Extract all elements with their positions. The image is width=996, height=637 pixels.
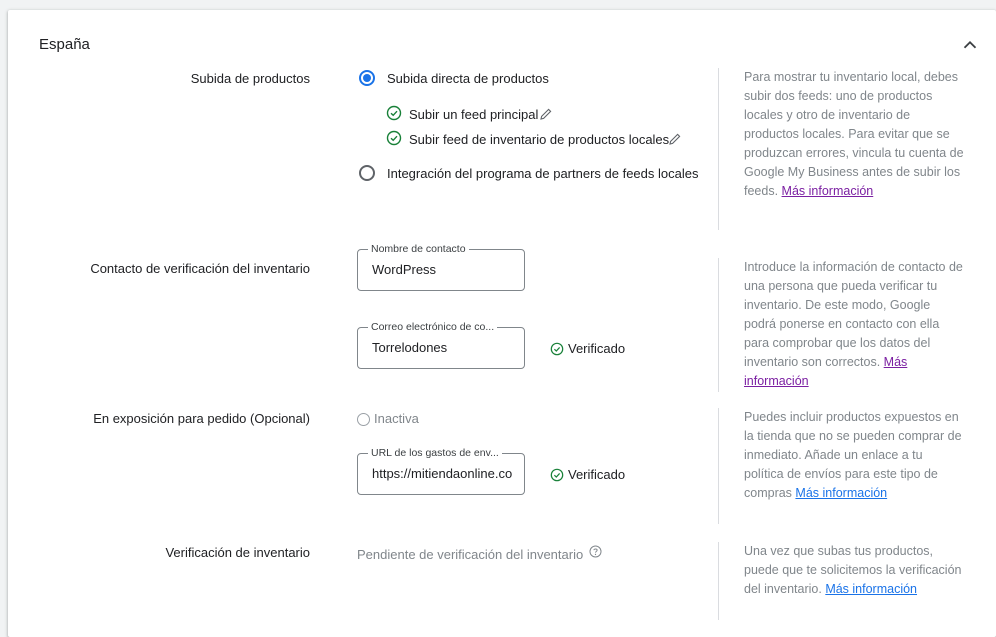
contact-email-legend: Correo electrónico de co... bbox=[368, 321, 498, 333]
local-inventory-feed-link[interactable]: Subir feed de inventario de productos lo… bbox=[409, 132, 669, 147]
option-partner-integration-label: Integración del programa de partners de … bbox=[387, 166, 699, 181]
verification-status-text: Pendiente de verificación del inventario bbox=[357, 547, 584, 562]
country-settings-card: España Subida de productos Subida direct… bbox=[8, 10, 996, 637]
display-help: Puedes incluir productos expuestos en la… bbox=[718, 408, 964, 524]
option-direct-upload-label: Subida directa de productos bbox=[387, 71, 549, 86]
pencil-icon[interactable] bbox=[538, 106, 554, 122]
verification-label: Verificación de inventario bbox=[165, 545, 310, 560]
help-circle-icon[interactable] bbox=[589, 545, 602, 558]
contact-name-field[interactable]: Nombre de contacto bbox=[357, 243, 525, 291]
contact-name-input[interactable] bbox=[372, 262, 512, 277]
radio-direct-upload[interactable] bbox=[359, 70, 375, 86]
shipping-url-input[interactable] bbox=[372, 466, 512, 481]
contact-help: Introduce la información de contacto de … bbox=[718, 258, 964, 392]
check-circle-icon bbox=[550, 342, 564, 356]
display-status: Inactiva bbox=[374, 411, 419, 426]
verification-help: Una vez que subas tus productos, puede q… bbox=[718, 542, 964, 620]
upload-more-info-link[interactable]: Más información bbox=[782, 184, 874, 198]
check-circle-icon bbox=[386, 105, 402, 121]
shipping-url-legend: URL de los gastos de env... bbox=[368, 447, 502, 459]
section-title: España bbox=[39, 36, 90, 53]
url-verified-label: Verificado bbox=[568, 467, 626, 482]
contact-email-input[interactable] bbox=[372, 340, 512, 355]
check-circle-icon bbox=[386, 130, 402, 146]
chevron-up-icon[interactable] bbox=[959, 34, 981, 56]
upload-help-text: Para mostrar tu inventario local, debes … bbox=[744, 70, 964, 198]
email-verified-status: Verificado bbox=[550, 341, 625, 356]
contact-label: Contacto de verificación del inventario bbox=[90, 261, 310, 276]
contact-email-field[interactable]: Correo electrónico de co... bbox=[357, 321, 525, 369]
verification-status: Pendiente de verificación del inventario bbox=[357, 545, 602, 562]
display-label: En exposición para pedido (Opcional) bbox=[93, 411, 310, 426]
upload-label: Subida de productos bbox=[190, 71, 310, 86]
url-verified-status: Verificado bbox=[550, 467, 625, 482]
contact-name-legend: Nombre de contacto bbox=[368, 243, 469, 255]
radio-partner-integration[interactable] bbox=[359, 165, 375, 181]
main-feed-link[interactable]: Subir un feed principal bbox=[409, 107, 538, 122]
shipping-url-field[interactable]: URL de los gastos de env... bbox=[357, 447, 525, 495]
verification-more-info-link[interactable]: Más información bbox=[825, 582, 917, 596]
check-circle-icon bbox=[550, 468, 564, 482]
email-verified-label: Verificado bbox=[568, 341, 626, 356]
upload-help: Para mostrar tu inventario local, debes … bbox=[718, 68, 964, 230]
display-inactive-radio bbox=[357, 413, 370, 426]
display-more-info-link[interactable]: Más información bbox=[795, 486, 887, 500]
pencil-icon[interactable] bbox=[667, 131, 683, 147]
contact-help-text: Introduce la información de contacto de … bbox=[744, 260, 963, 369]
